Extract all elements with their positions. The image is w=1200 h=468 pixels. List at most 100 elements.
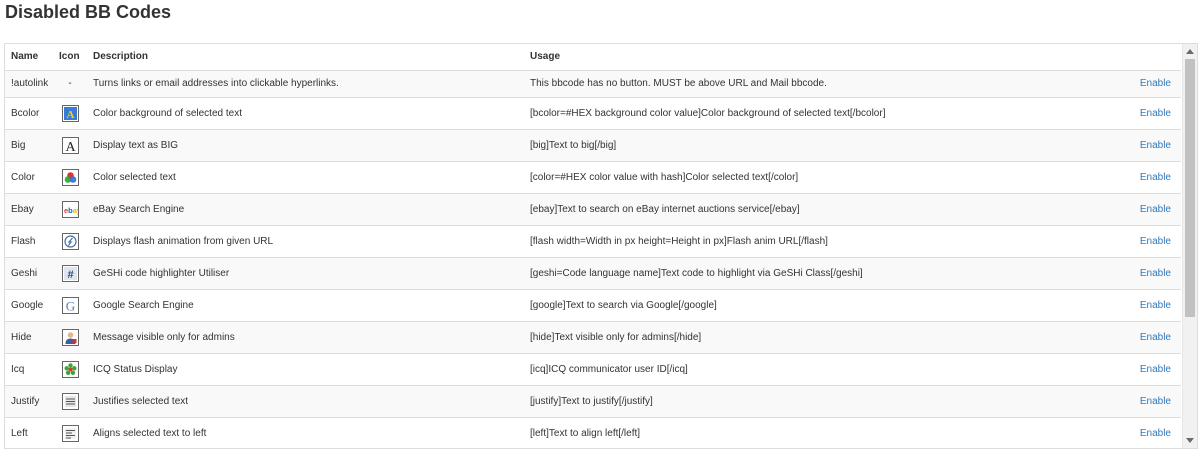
bbcode-icon-cell <box>53 225 87 257</box>
svg-text:A: A <box>65 140 76 153</box>
svg-text:ebay: ebay <box>64 206 78 215</box>
bbcode-name: Icq <box>11 363 25 375</box>
bbcode-description: Message visible only for admins <box>93 331 235 343</box>
bbcode-description: Displays flash animation from given URL <box>93 235 274 247</box>
bbcode-description: Aligns selected text to left <box>93 427 207 439</box>
bbcode-description: Turns links or email addresses into clic… <box>93 78 339 89</box>
bbcode-description: eBay Search Engine <box>93 203 185 215</box>
justify-icon <box>61 392 79 410</box>
table-row: Geshi # GeSHi code highlighter Utiliser … <box>5 257 1181 289</box>
enable-link[interactable]: Enable <box>1140 300 1171 311</box>
bbcode-icon-cell: A <box>53 129 87 161</box>
bbcode-icon-cell <box>53 385 87 417</box>
bbcode-usage: [big]Text to big[/big] <box>530 139 617 151</box>
table-row: Google G Google Search Engine [google]Te… <box>5 289 1181 321</box>
bbcode-icon-cell <box>53 417 87 448</box>
enable-link[interactable]: Enable <box>1140 268 1171 279</box>
bbcode-name: Bcolor <box>11 107 40 119</box>
scroll-up-arrow-icon[interactable] <box>1186 49 1194 54</box>
google-icon: G <box>61 296 79 314</box>
enable-link[interactable]: Enable <box>1140 140 1171 151</box>
bbcode-name: Color <box>11 171 35 183</box>
icq-icon <box>61 360 79 378</box>
table-row: Icq ICQ Status Display [icq]ICQ communic… <box>5 353 1181 385</box>
hide-icon <box>61 328 79 346</box>
bbcode-icon-cell <box>53 321 87 353</box>
bbcode-usage: [justify]Text to justify[/justify] <box>530 395 653 407</box>
column-header-description: Description <box>87 44 524 71</box>
bbcode-description: GeSHi code highlighter Utiliser <box>93 267 230 279</box>
enable-link[interactable]: Enable <box>1140 364 1171 375</box>
bbcode-description: Color selected text <box>93 171 176 183</box>
table-row: Hide Message visible only for admins [hi… <box>5 321 1181 353</box>
bbcodes-table: Name Icon Description Usage !autolink - … <box>5 44 1181 448</box>
bbcode-name: Hide <box>11 331 32 343</box>
bbcode-description: Display text as BIG <box>93 139 179 151</box>
table-row: Ebay ebay eBay Search Engine [ebay]Text … <box>5 193 1181 225</box>
bbcode-name: Justify <box>11 395 40 407</box>
bbcode-icon-cell <box>53 353 87 385</box>
enable-link[interactable]: Enable <box>1140 204 1171 215</box>
scrollbar-thumb[interactable] <box>1185 59 1195 317</box>
table-row: Bcolor A Color background of selected te… <box>5 97 1181 129</box>
bbcode-description: ICQ Status Display <box>93 363 178 375</box>
bbcode-icon-cell <box>53 161 87 193</box>
bbcode-usage: [flash width=Width in px height=Height i… <box>530 235 828 247</box>
bbcode-icon-cell: ebay <box>53 193 87 225</box>
bbcode-usage: [ebay]Text to search on eBay internet au… <box>530 203 800 215</box>
bbcode-name: !autolink <box>11 78 49 89</box>
geshi-icon: # <box>61 264 79 282</box>
bbcode-name: Ebay <box>11 203 34 215</box>
table-row: Left Aligns selected text to left [left]… <box>5 417 1181 448</box>
bbcode-usage: [hide]Text visible only for admins[/hide… <box>530 331 702 343</box>
table-row: Justify Justifies selected text [justify… <box>5 385 1181 417</box>
column-header-icon: Icon <box>53 44 87 71</box>
table-header-row: Name Icon Description Usage <box>5 44 1181 71</box>
table-row: !autolink - Turns links or email address… <box>5 70 1181 97</box>
svg-text:A: A <box>66 109 74 121</box>
bbcode-usage: [color=#HEX color value with hash]Color … <box>530 171 799 183</box>
bbcode-icon-cell: # <box>53 257 87 289</box>
enable-link[interactable]: Enable <box>1140 108 1171 119</box>
no-icon-dash: - <box>68 78 72 89</box>
column-header-action <box>1064 44 1181 71</box>
enable-link[interactable]: Enable <box>1140 332 1171 343</box>
bbcode-name: Left <box>11 427 28 439</box>
bbcode-name: Flash <box>11 235 36 247</box>
color-icon <box>61 168 79 186</box>
table-row: Big A Display text as BIG [big]Text to b… <box>5 129 1181 161</box>
bbcode-description: Color background of selected text <box>93 107 242 119</box>
bbcode-icon-cell: G <box>53 289 87 321</box>
bbcode-usage: [icq]ICQ communicator user ID[/icq] <box>530 363 688 375</box>
bbcode-usage: This bbcode has no button. MUST be above… <box>530 78 827 89</box>
column-header-usage: Usage <box>524 44 1064 71</box>
page-title: Disabled BB Codes <box>5 2 172 22</box>
column-header-name: Name <box>5 44 53 71</box>
enable-link[interactable]: Enable <box>1140 172 1171 183</box>
bbcode-name: Big <box>11 139 26 151</box>
bbcode-usage: [google]Text to search via Google[/googl… <box>530 299 717 311</box>
scroll-down-arrow-icon[interactable] <box>1186 438 1194 443</box>
table-row: Color Color selected text [color=#HEX co… <box>5 161 1181 193</box>
bbcode-usage: [geshi=Code language name]Text code to h… <box>530 267 863 279</box>
bbcode-icon-cell: A <box>53 97 87 129</box>
enable-link[interactable]: Enable <box>1140 236 1171 247</box>
big-text-icon: A <box>61 136 79 154</box>
flash-icon <box>61 232 79 250</box>
enable-link[interactable]: Enable <box>1140 428 1171 439</box>
svg-text:G: G <box>65 298 74 313</box>
bbcode-name: Google <box>11 299 44 311</box>
bbcode-usage: [left]Text to align left[/left] <box>530 427 641 439</box>
enable-link[interactable]: Enable <box>1140 78 1171 89</box>
vertical-scrollbar[interactable] <box>1182 44 1197 448</box>
bbcode-icon-cell: - <box>53 70 87 97</box>
ebay-icon: ebay <box>61 200 79 218</box>
bbcode-usage: [bcolor=#HEX background color value]Colo… <box>530 107 886 119</box>
bbcode-name: Geshi <box>11 267 38 279</box>
align-left-icon <box>61 424 79 442</box>
table-row: Flash Displays flash animation from give… <box>5 225 1181 257</box>
bbcode-description: Justifies selected text <box>93 395 189 407</box>
bcolor-icon: A <box>61 104 79 122</box>
enable-link[interactable]: Enable <box>1140 396 1171 407</box>
bbcodes-table-panel: Name Icon Description Usage !autolink - … <box>4 43 1198 449</box>
